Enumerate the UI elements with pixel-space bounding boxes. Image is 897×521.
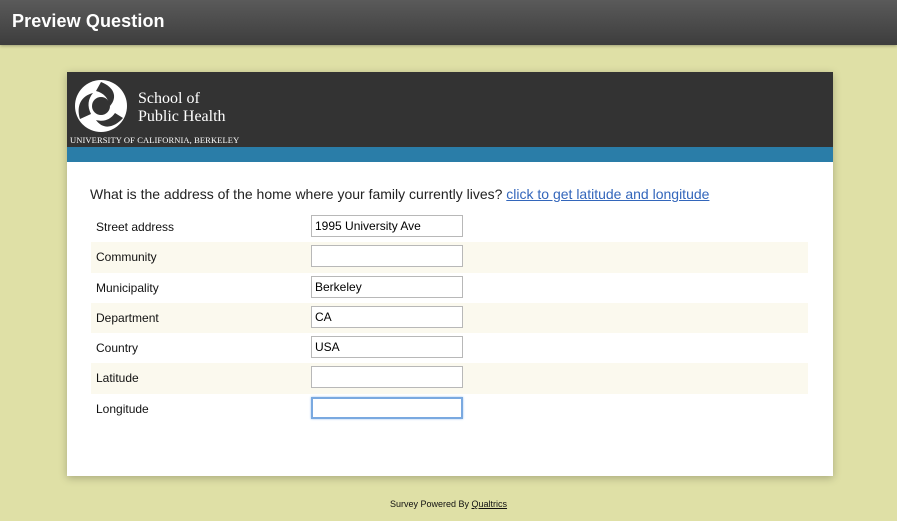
latitude-input[interactable] — [311, 366, 463, 389]
form-row-street-address: Street address — [91, 212, 808, 242]
survey-card: School of Public Health UNIVERSITY OF CA… — [67, 72, 833, 476]
latitude-label: Latitude — [96, 371, 139, 386]
header-banner: School of Public Health UNIVERSITY OF CA… — [67, 72, 833, 147]
community-label: Community — [96, 250, 157, 265]
question-label: What is the address of the home where yo… — [90, 186, 503, 202]
topbar: Preview Question — [0, 0, 897, 45]
footer: Survey Powered By Qualtrics — [0, 499, 897, 509]
header-stripe — [67, 147, 833, 162]
qualtrics-link[interactable]: Qualtrics — [472, 499, 508, 509]
university-name: UNIVERSITY OF CALIFORNIA, BERKELEY — [70, 135, 240, 145]
form-row-community: Community — [91, 242, 808, 273]
department-label: Department — [96, 310, 159, 325]
page-title: Preview Question — [12, 11, 165, 31]
municipality-input[interactable] — [311, 275, 463, 298]
longitude-label: Longitude — [96, 401, 149, 416]
municipality-label: Municipality — [96, 280, 159, 295]
school-name-line1: School of — [138, 90, 200, 107]
department-input[interactable] — [311, 305, 463, 328]
uc-berkeley-sph-logo-icon — [75, 80, 127, 132]
school-name-line2: Public Health — [138, 108, 226, 125]
longitude-input[interactable] — [311, 396, 463, 419]
street-address-label: Street address — [96, 220, 175, 234]
street-address-input[interactable] — [311, 215, 463, 237]
form-row-longitude: Longitude — [91, 394, 808, 424]
country-input[interactable] — [311, 336, 463, 359]
form-row-municipality: Municipality — [91, 273, 808, 303]
country-label: Country — [96, 341, 139, 356]
community-input[interactable] — [311, 245, 463, 268]
address-form: Street address Community Municipality De… — [91, 212, 808, 424]
lat-long-link[interactable]: click to get latitude and longitude — [506, 186, 709, 202]
form-row-country: Country — [91, 333, 808, 363]
form-row-department: Department — [91, 302, 808, 334]
form-row-latitude: Latitude — [91, 363, 808, 394]
footer-text: Survey Powered By — [389, 499, 469, 509]
question-text: What is the address of the home where yo… — [90, 186, 709, 202]
